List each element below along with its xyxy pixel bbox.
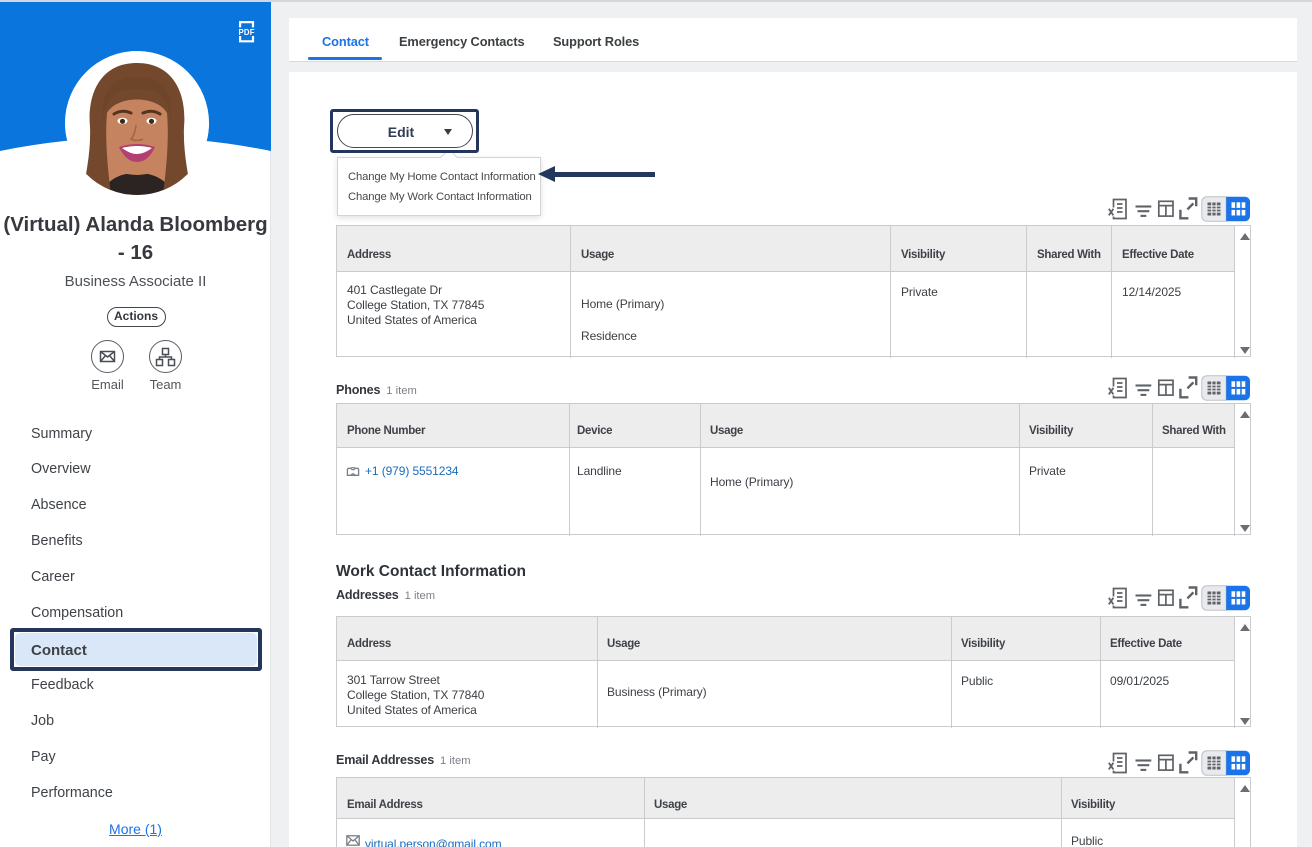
svg-text:PDF: PDF [238, 28, 254, 37]
